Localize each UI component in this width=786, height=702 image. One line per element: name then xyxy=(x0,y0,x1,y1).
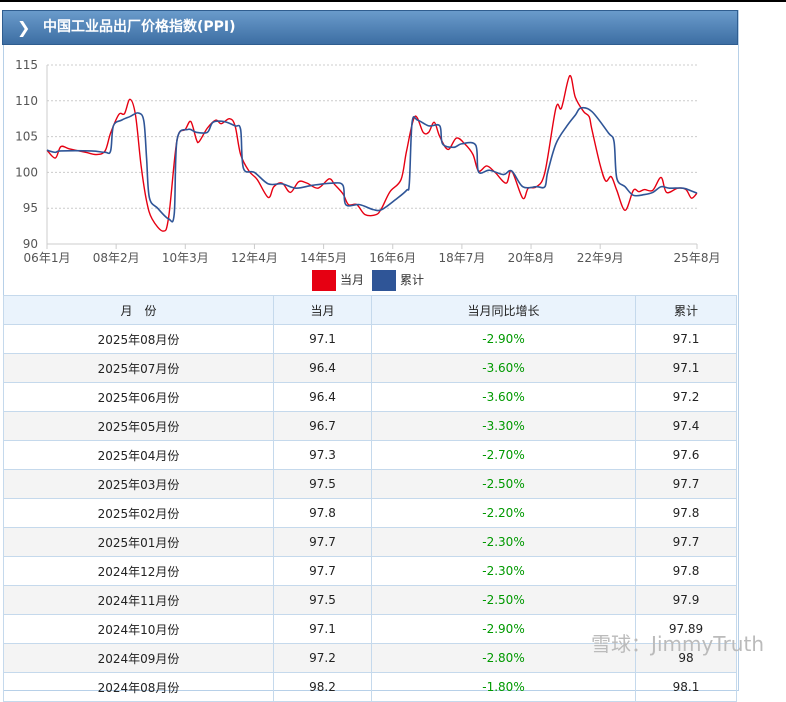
x-tick-label: 08年2月 xyxy=(93,251,140,265)
cell-month: 2025年05月份 xyxy=(3,411,274,441)
cell-current: 97.2 xyxy=(273,643,372,673)
x-tick-label: 20年8月 xyxy=(508,251,555,265)
chevron-right-icon[interactable]: ❯ xyxy=(17,11,30,44)
cell-yoy: -2.30% xyxy=(371,556,636,586)
cell-yoy: -2.50% xyxy=(371,585,636,615)
cell-cumulative: 98.1 xyxy=(635,672,737,702)
panel-title: 中国工业品出厂价格指数(PPI) xyxy=(43,19,236,35)
cell-month: 2024年10月份 xyxy=(3,614,274,644)
y-tick-label: 115 xyxy=(15,58,38,72)
cell-cumulative: 97.8 xyxy=(635,498,737,528)
cell-current: 97.1 xyxy=(273,324,372,354)
cell-current: 97.8 xyxy=(273,498,372,528)
x-tick-label: 18年7月 xyxy=(438,251,485,265)
legend-swatch-red xyxy=(312,270,336,291)
table-row: 2024年11月份 97.5 -2.50% 97.9 xyxy=(3,585,737,615)
col-yoy: 当月同比增长 xyxy=(371,295,636,325)
table-row: 2025年02月份 97.8 -2.20% 97.8 xyxy=(3,498,737,528)
cell-current: 97.5 xyxy=(273,585,372,615)
cell-current: 97.3 xyxy=(273,440,372,470)
cell-month: 2025年01月份 xyxy=(3,527,274,557)
cell-month: 2024年08月份 xyxy=(3,672,274,702)
x-tick-label: 22年9月 xyxy=(577,251,624,265)
cell-yoy: -2.50% xyxy=(371,469,636,499)
cell-current: 96.4 xyxy=(273,353,372,383)
cell-yoy: -1.80% xyxy=(371,672,636,702)
x-tick-label: 06年1月 xyxy=(24,251,71,265)
cell-yoy: -2.20% xyxy=(371,498,636,528)
table-row: 2025年08月份 97.1 -2.90% 97.1 xyxy=(3,324,737,354)
xueqiu-watermark: 雪球：JimmyTruth xyxy=(591,632,764,656)
x-tick-label: 14年5月 xyxy=(300,251,347,265)
ppi-line-chart: 90 95 100 105 110 115 06年1月 08年2月 10年3月 12年4月 14年5… xyxy=(15,58,721,265)
cell-current: 97.1 xyxy=(273,614,372,644)
legend-label: 累计 xyxy=(400,273,425,287)
cell-cumulative: 97.1 xyxy=(635,324,737,354)
y-tick-label: 90 xyxy=(23,237,38,251)
cell-yoy: -3.60% xyxy=(371,382,636,412)
col-month: 月 份 xyxy=(3,295,274,325)
cell-current: 97.5 xyxy=(273,469,372,499)
cell-month: 2025年07月份 xyxy=(3,353,274,383)
top-border xyxy=(0,0,786,2)
table-row: 2025年06月份 96.4 -3.60% 97.2 xyxy=(3,382,737,412)
table-row: 2024年08月份 98.2 -1.80% 98.1 xyxy=(3,672,737,702)
legend-label: 当月 xyxy=(340,273,365,287)
cell-cumulative: 97.4 xyxy=(635,411,737,441)
cell-current: 97.7 xyxy=(273,527,372,557)
cell-current: 98.2 xyxy=(273,672,372,702)
cell-current: 96.7 xyxy=(273,411,372,441)
cell-month: 2025年06月份 xyxy=(3,382,274,412)
cell-yoy: -3.60% xyxy=(371,353,636,383)
chart-legend: 当月 累计 xyxy=(312,270,424,291)
cell-cumulative: 97.7 xyxy=(635,469,737,499)
table-row: 2025年01月份 97.7 -2.30% 97.7 xyxy=(3,527,737,557)
y-tick-label: 105 xyxy=(15,130,38,144)
table-row: 2025年05月份 96.7 -3.30% 97.4 xyxy=(3,411,737,441)
cell-month: 2024年11月份 xyxy=(3,585,274,615)
legend-item-cumulative[interactable]: 累计 xyxy=(372,270,424,291)
legend-swatch-blue xyxy=(372,270,397,291)
panel-header: ❯ 中国工业品出厂价格指数(PPI) xyxy=(2,10,738,45)
y-tick-label: 110 xyxy=(15,94,38,108)
cell-yoy: -2.90% xyxy=(371,324,636,354)
y-tick-label: 95 xyxy=(23,201,38,215)
table-row: 2024年12月份 97.7 -2.30% 97.8 xyxy=(3,556,737,586)
table-row: 2025年04月份 97.3 -2.70% 97.6 xyxy=(3,440,737,470)
cell-month: 2025年02月份 xyxy=(3,498,274,528)
x-tick-label: 25年8月 xyxy=(674,251,721,265)
cell-current: 97.7 xyxy=(273,556,372,586)
table-row: 2025年03月份 97.5 -2.50% 97.7 xyxy=(3,469,737,499)
col-current: 当月 xyxy=(273,295,372,325)
cell-cumulative: 97.6 xyxy=(635,440,737,470)
col-cumulative: 累计 xyxy=(635,295,737,325)
cell-month: 2024年09月份 xyxy=(3,643,274,673)
cell-yoy: -2.70% xyxy=(371,440,636,470)
y-tick-label: 100 xyxy=(15,165,38,179)
cell-cumulative: 97.2 xyxy=(635,382,737,412)
x-tick-label: 16年6月 xyxy=(369,251,416,265)
cell-cumulative: 97.7 xyxy=(635,527,737,557)
x-tick-label: 10年3月 xyxy=(162,251,209,265)
cell-month: 2024年12月份 xyxy=(3,556,274,586)
cell-yoy: -2.30% xyxy=(371,527,636,557)
cell-cumulative: 97.1 xyxy=(635,353,737,383)
cell-cumulative: 97.9 xyxy=(635,585,737,615)
x-tick-label: 12年4月 xyxy=(231,251,278,265)
cell-cumulative: 97.8 xyxy=(635,556,737,586)
cell-current: 96.4 xyxy=(273,382,372,412)
cell-month: 2025年04月份 xyxy=(3,440,274,470)
cell-month: 2025年03月份 xyxy=(3,469,274,499)
cell-month: 2025年08月份 xyxy=(3,324,274,354)
cell-yoy: -3.30% xyxy=(371,411,636,441)
table-row: 2025年07月份 96.4 -3.60% 97.1 xyxy=(3,353,737,383)
legend-item-monthly[interactable]: 当月 xyxy=(312,270,364,291)
